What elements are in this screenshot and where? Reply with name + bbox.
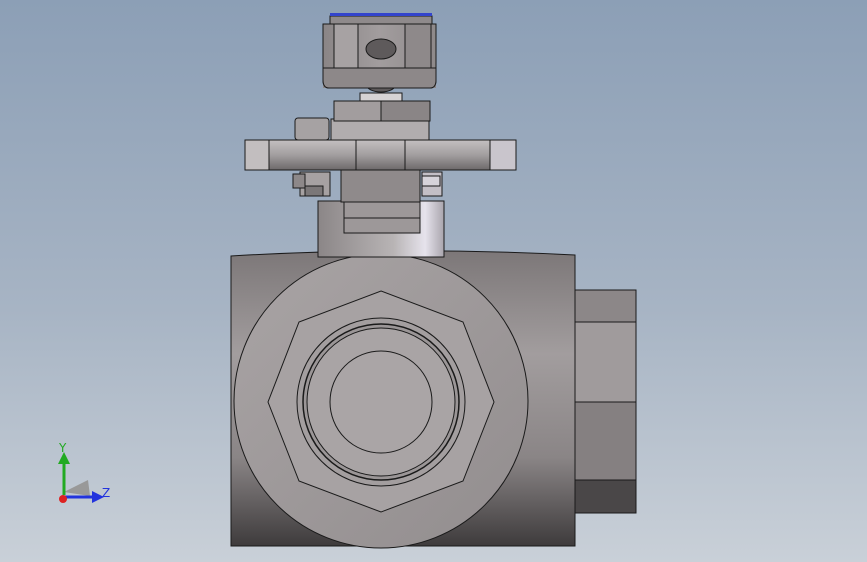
cad-viewport[interactable]: Y Z xyxy=(0,0,867,562)
triad-grey-wedge xyxy=(64,480,90,496)
handle-hole-top xyxy=(365,38,397,60)
z-axis-label: Z xyxy=(102,486,110,500)
side-port[interactable] xyxy=(574,289,637,514)
valve-model[interactable] xyxy=(0,0,867,562)
handle-top[interactable] xyxy=(322,13,437,93)
front-port-face[interactable] xyxy=(233,253,529,549)
axis-triad: Y Z xyxy=(58,441,110,503)
y-axis-label: Y xyxy=(58,441,67,455)
stem-neck[interactable] xyxy=(317,200,445,258)
stem-block[interactable] xyxy=(330,92,431,141)
x-axis-dot xyxy=(59,495,67,503)
bore xyxy=(329,350,433,454)
